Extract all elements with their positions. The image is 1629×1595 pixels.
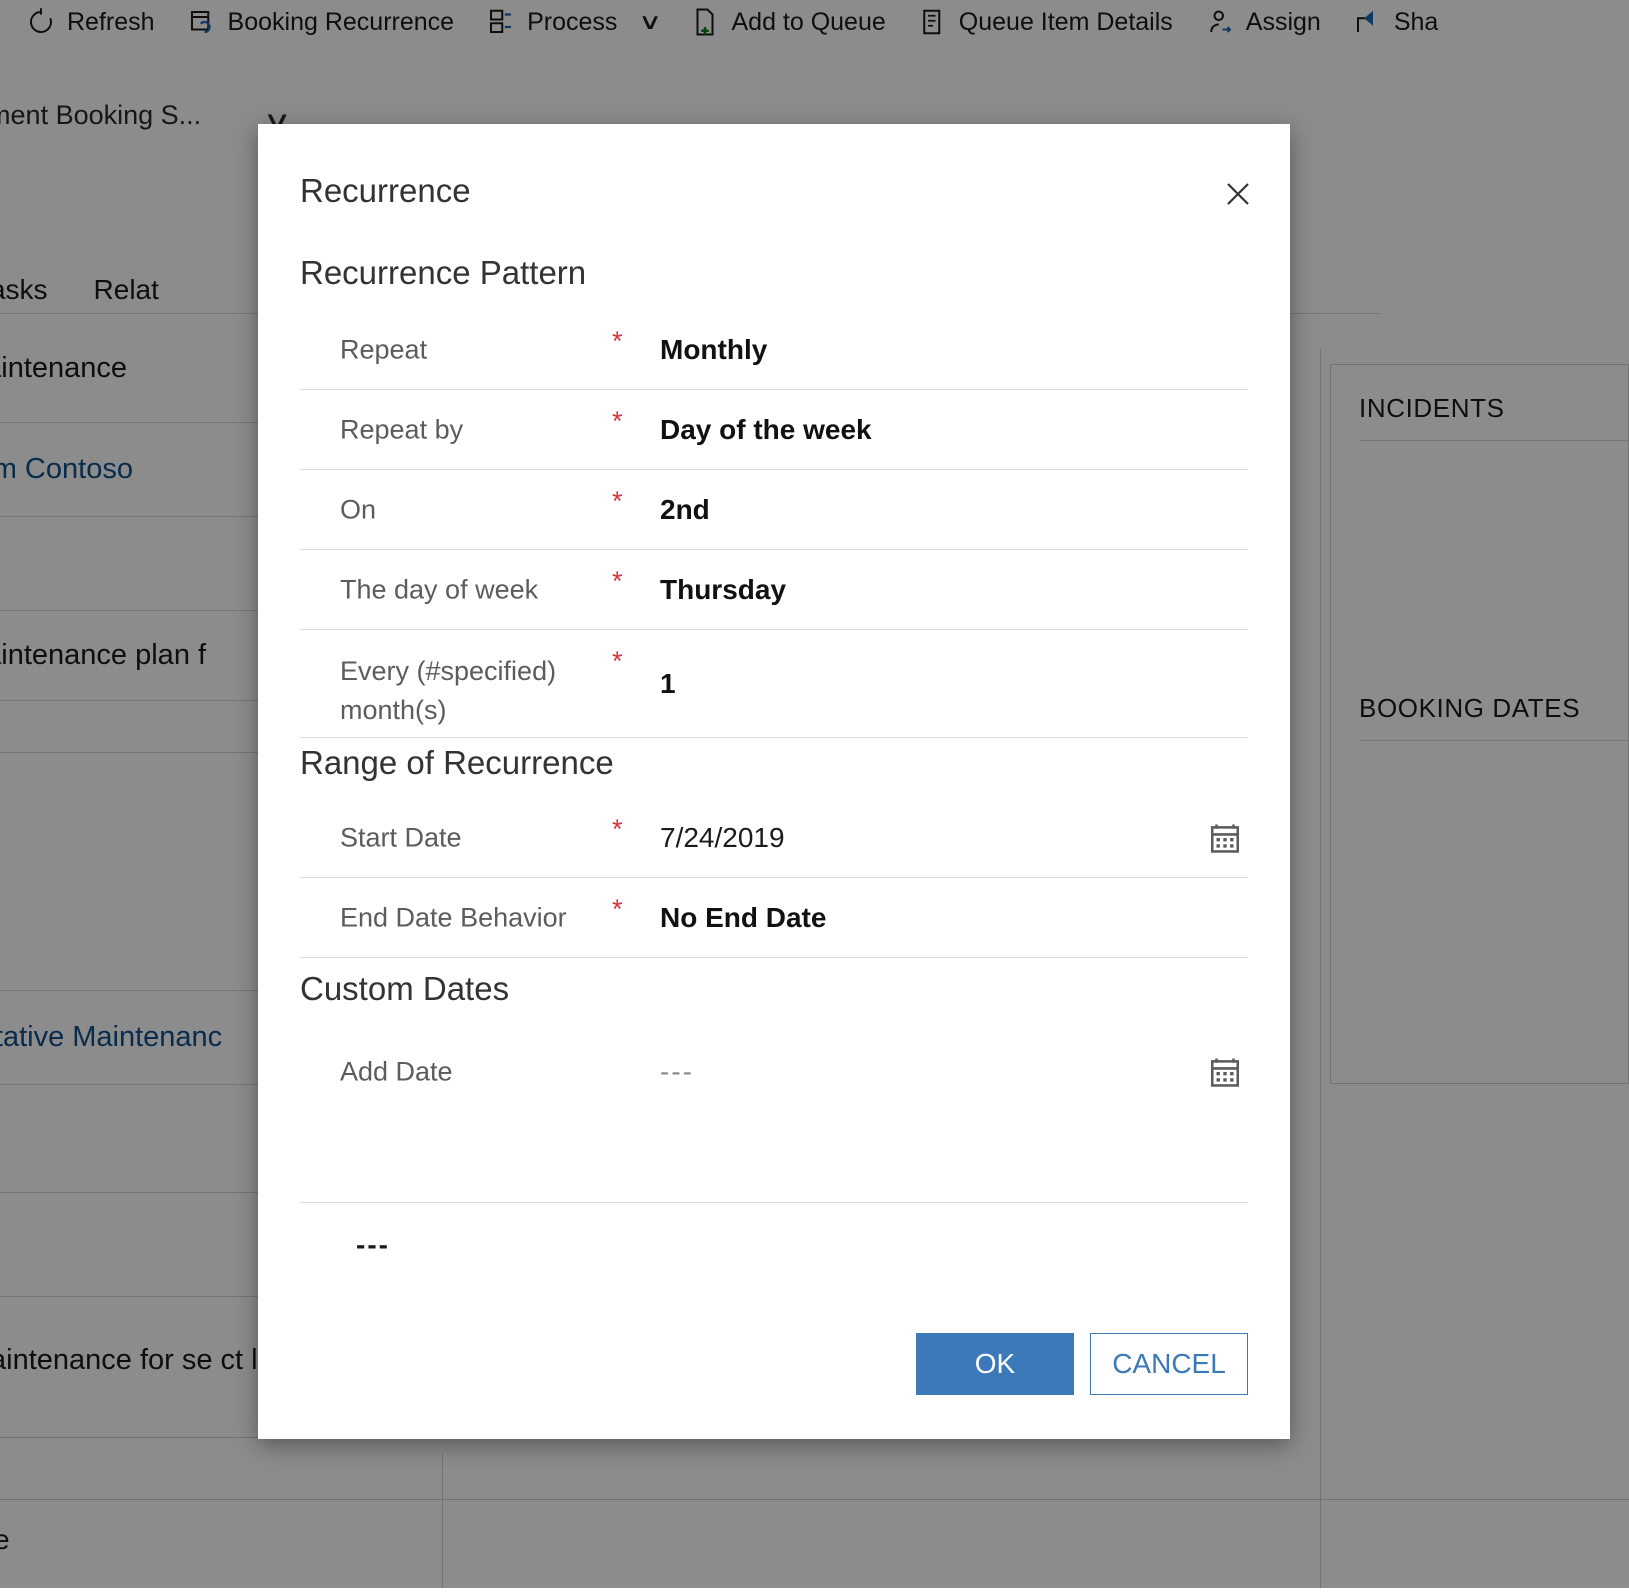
value-every-months[interactable]: 1 [660,668,676,700]
recurrence-dialog: Recurrence Recurrence Pattern Repeat * M… [258,124,1290,1439]
value-repeat-by[interactable]: Day of the week [660,414,872,446]
required-indicator: * [612,646,623,677]
field-row-add-date[interactable]: Add Date --- [300,1024,1248,1120]
custom-dates-divider [300,1202,1248,1203]
value-day-of-week[interactable]: Thursday [660,574,786,606]
value-end-date-behavior[interactable]: No End Date [660,902,826,934]
value-start-date[interactable]: 7/24/2019 [660,822,785,854]
field-row-end-date-behavior[interactable]: End Date Behavior * No End Date [300,878,1248,958]
custom-dates-fields: Add Date --- [300,1024,1248,1120]
label-on: On [340,490,610,529]
label-add-date: Add Date [340,1052,610,1091]
value-on[interactable]: 2nd [660,494,710,526]
value-add-date[interactable]: --- [660,1056,694,1088]
field-row-every-months[interactable]: Every (#specified) month(s) * 1 [300,630,1248,738]
field-row-start-date[interactable]: Start Date * 7/24/2019 [300,798,1248,878]
field-row-on[interactable]: On * 2nd [300,470,1248,550]
required-indicator: * [612,406,623,437]
label-end-date-behavior: End Date Behavior [340,898,610,937]
label-repeat: Repeat [340,330,610,369]
calendar-icon[interactable] [1208,1055,1242,1089]
ok-button[interactable]: OK [916,1333,1074,1395]
recurrence-pattern-fields: Repeat * Monthly Repeat by * Day of the … [300,310,1248,738]
cancel-button[interactable]: CANCEL [1090,1333,1248,1395]
required-indicator: * [612,486,623,517]
value-repeat[interactable]: Monthly [660,334,767,366]
custom-dates-list-value: --- [356,1229,390,1261]
section-heading-range-of-recurrence: Range of Recurrence [300,744,614,782]
label-every-months: Every (#specified) month(s) [340,652,610,730]
required-indicator: * [612,326,623,357]
dialog-title: Recurrence [300,172,471,210]
section-heading-recurrence-pattern: Recurrence Pattern [300,254,586,292]
field-row-day-of-week[interactable]: The day of week * Thursday [300,550,1248,630]
label-start-date: Start Date [340,818,610,857]
field-row-repeat[interactable]: Repeat * Monthly [300,310,1248,390]
label-day-of-week: The day of week [340,570,610,609]
label-repeat-by: Repeat by [340,410,610,449]
calendar-icon[interactable] [1208,821,1242,855]
required-indicator: * [612,814,623,845]
range-of-recurrence-fields: Start Date * 7/24/2019 End Date Behavior… [300,798,1248,958]
dialog-footer: OK CANCEL [258,1333,1290,1395]
section-heading-custom-dates: Custom Dates [300,970,509,1008]
close-icon[interactable] [1216,172,1260,216]
required-indicator: * [612,566,623,597]
required-indicator: * [612,894,623,925]
field-row-repeat-by[interactable]: Repeat by * Day of the week [300,390,1248,470]
